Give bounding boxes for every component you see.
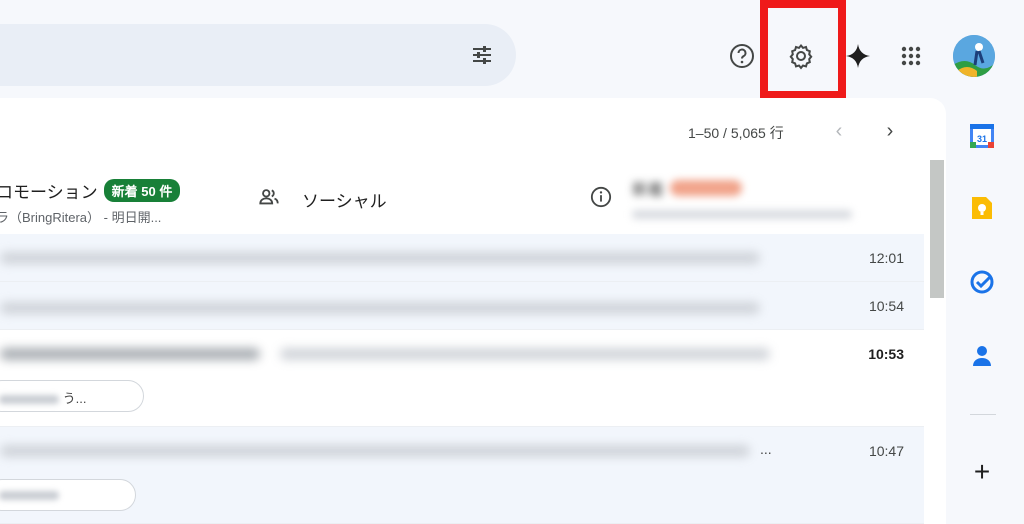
email-time: 10:54	[868, 298, 904, 314]
pagination-range: 1–50 / 5,065 行	[688, 125, 784, 141]
prev-page-button[interactable]: ‹	[824, 116, 854, 146]
info-icon	[590, 186, 612, 213]
mail-list-panel: 1–50 / 5,065 行 ‹ › ロモーション 新着 50 件 ラ（Brin…	[0, 98, 946, 524]
email-row[interactable]: 12:01	[0, 234, 924, 282]
attachment-chip[interactable]	[0, 479, 136, 511]
account-avatar[interactable]	[953, 35, 995, 77]
attachment-chip[interactable]: う...	[0, 380, 144, 412]
category-tabs: ロモーション 新着 50 件 ラ（BringRitera） - 明日開... ソ…	[0, 160, 930, 234]
tab-social-label: ソーシャル	[302, 192, 387, 211]
tab-promotions-preview: ラ（BringRitera） - 明日開...	[0, 210, 162, 225]
search-bar[interactable]	[0, 24, 516, 86]
email-row[interactable]: 10:53 う...	[0, 330, 924, 427]
snippet-ellipsis: ...	[760, 441, 772, 457]
tasks-icon[interactable]	[968, 268, 996, 296]
tab-social[interactable]: ソーシャル	[258, 186, 387, 213]
email-time: 10:53	[868, 346, 904, 362]
scrollbar-thumb[interactable]	[930, 160, 944, 298]
tab-updates-label: 新着	[632, 182, 665, 199]
email-rows: 12:01 10:54 10:53 う... ... 10:47	[0, 234, 924, 524]
attachment-chip-label: う...	[62, 391, 87, 406]
side-panel: 31 +	[946, 98, 1024, 524]
chevron-left-icon: ‹	[835, 119, 843, 142]
chevron-right-icon: ›	[886, 119, 894, 142]
new-count-badge: 新着 50 件	[103, 179, 181, 202]
people-icon	[258, 186, 280, 213]
email-time: 10:47	[868, 443, 904, 459]
help-icon[interactable]	[722, 36, 762, 76]
email-row[interactable]: ... 10:47	[0, 427, 924, 524]
tab-promotions-label: ロモーション	[0, 183, 98, 202]
calendar-icon[interactable]: 31	[968, 122, 996, 150]
tab-updates[interactable]: 新着	[590, 176, 862, 222]
contacts-icon[interactable]	[968, 342, 996, 370]
tune-icon[interactable]	[470, 43, 494, 67]
keep-icon[interactable]	[968, 194, 996, 222]
add-icon[interactable]: +	[968, 456, 996, 487]
apps-grid-icon[interactable]	[891, 36, 931, 76]
settings-icon[interactable]	[781, 36, 821, 76]
email-row[interactable]: 10:54	[0, 282, 924, 330]
side-divider	[970, 414, 996, 415]
next-page-button[interactable]: ›	[875, 116, 905, 146]
calendar-day: 31	[977, 134, 987, 144]
tab-updates-blurred: 新着	[632, 176, 862, 222]
email-time: 12:01	[868, 250, 904, 266]
top-bar	[0, 0, 1024, 99]
gemini-sparkle-icon[interactable]	[838, 36, 878, 76]
